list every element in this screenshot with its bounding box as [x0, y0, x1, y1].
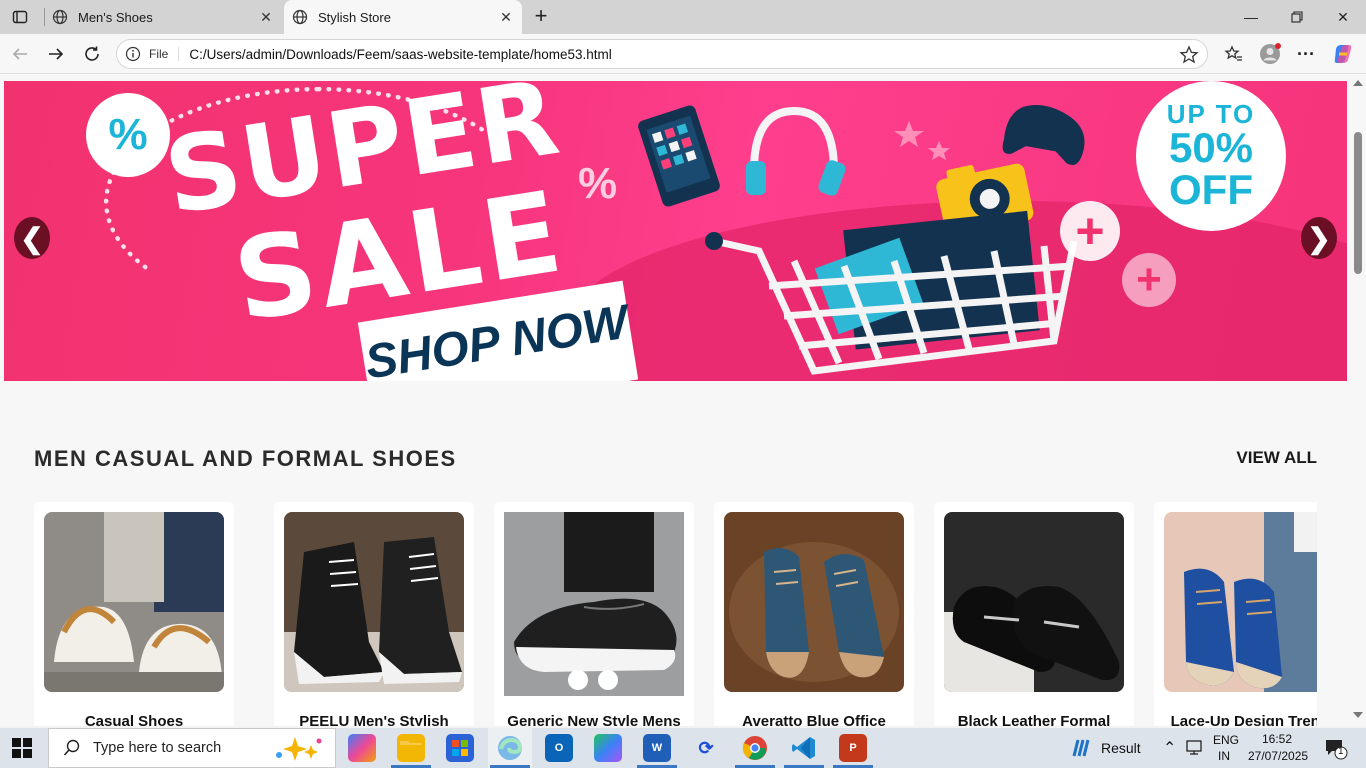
address-bar[interactable]: File C:/Users/admin/Downloads/Feem/saas-…: [116, 39, 1208, 69]
view-all-link[interactable]: VIEW ALL: [1236, 448, 1317, 468]
taskbar-search-box[interactable]: Type here to search: [48, 728, 336, 768]
product-name[interactable]: Averatto Blue Office: [714, 713, 914, 726]
section-title: MEN CASUAL AND FORMAL SHOES: [34, 446, 457, 471]
badge-line-2: 50%: [1168, 124, 1254, 171]
search-icon: [63, 739, 80, 756]
language-bottom[interactable]: IN: [1218, 749, 1230, 763]
scroll-down-arrow-icon[interactable]: [1353, 712, 1363, 718]
favorites-icon[interactable]: [1223, 43, 1245, 65]
product-image[interactable]: [44, 512, 224, 692]
product-card[interactable]: Lace-Up Design Trendy: [1154, 502, 1317, 726]
product-card[interactable]: Averatto Blue Office: [714, 502, 914, 726]
carousel-dot[interactable]: [598, 670, 618, 690]
product-image[interactable]: [284, 512, 464, 692]
clock-time[interactable]: 16:52: [1262, 732, 1292, 746]
outlook-icon[interactable]: O: [545, 734, 573, 762]
search-placeholder: Type here to search: [93, 740, 222, 756]
plus-circle-icon: +: [1122, 253, 1176, 307]
file-explorer-icon[interactable]: [397, 734, 425, 762]
scrollbar-thumb[interactable]: [1354, 132, 1362, 274]
product-card[interactable]: Generic New Style Mens: [494, 502, 694, 726]
discount-badge: UP TO 50% OFF: [1136, 81, 1286, 231]
tab-title: Men's Shoes: [78, 9, 153, 25]
page-scrollbar[interactable]: [1350, 74, 1366, 726]
new-tab-button[interactable]: +: [530, 5, 552, 28]
weather-label[interactable]: Result: [1101, 740, 1141, 756]
globe-icon: [52, 9, 68, 25]
page-viewport: % SUPER SALE SHOP NOW % + + UP TO 50% OF…: [0, 74, 1366, 726]
back-button[interactable]: [8, 42, 32, 66]
shopping-cart-illustration: [638, 105, 1085, 375]
active-app-highlight: [488, 728, 532, 768]
scroll-up-arrow-icon[interactable]: [1353, 80, 1363, 86]
windows-start-icon[interactable]: [12, 738, 32, 758]
scheme-label: File: [149, 47, 180, 61]
remote-app-icon[interactable]: ⟳: [692, 734, 720, 762]
tab-actions-icon[interactable]: [10, 7, 30, 27]
m365-icon[interactable]: [594, 734, 622, 762]
tab-stylish-store[interactable]: Stylish Store ✕: [284, 0, 522, 34]
slider-next-button[interactable]: ❯: [1301, 217, 1337, 259]
plus-circle-icon: +: [1060, 201, 1120, 261]
product-card[interactable]: PEELU Men's Stylish: [274, 502, 474, 726]
slider-prev-button[interactable]: ❮: [14, 217, 50, 259]
forward-button[interactable]: [44, 42, 68, 66]
percent-circle: %: [86, 93, 170, 177]
product-image[interactable]: [504, 512, 684, 696]
product-image[interactable]: [1164, 512, 1317, 692]
info-icon[interactable]: [125, 46, 141, 62]
language-top[interactable]: ENG: [1213, 733, 1239, 747]
search-highlight-icon: [276, 737, 322, 761]
copilot-icon[interactable]: [1332, 43, 1354, 65]
browser-tab-strip: Men's Shoes ✕ Stylish Store ✕ + — ✕: [0, 0, 1366, 34]
notification-count: 1: [1338, 746, 1344, 757]
weather-icon[interactable]: [1070, 736, 1094, 760]
product-name[interactable]: Black Leather Formal: [934, 713, 1134, 726]
windows-taskbar: Type here to search O W ⟳ P Result ⌃ ENG…: [0, 728, 1366, 768]
word-icon[interactable]: W: [643, 734, 671, 762]
powerpoint-icon[interactable]: P: [839, 734, 867, 762]
close-window-button[interactable]: ✕: [1320, 0, 1366, 34]
badge-line-3: OFF: [1169, 166, 1253, 213]
copilot-app-icon[interactable]: [348, 734, 376, 762]
tray-chevron-icon[interactable]: ⌃: [1163, 738, 1176, 758]
browser-toolbar: File C:/Users/admin/Downloads/Feem/saas-…: [0, 34, 1366, 74]
percent-small: %: [578, 159, 618, 208]
more-menu-icon[interactable]: ···: [1295, 43, 1317, 65]
favorite-star-icon[interactable]: [1179, 45, 1199, 65]
product-card[interactable]: Black Leather Formal: [934, 502, 1134, 726]
vscode-icon[interactable]: [790, 734, 818, 762]
restore-button[interactable]: [1274, 0, 1320, 34]
network-icon[interactable]: [1186, 739, 1204, 757]
product-name[interactable]: Lace-Up Design Trendy: [1154, 713, 1317, 726]
product-name[interactable]: Generic New Style Mens: [494, 713, 694, 726]
close-tab-icon[interactable]: ✕: [498, 9, 514, 25]
product-name[interactable]: PEELU Men's Stylish: [274, 713, 474, 726]
profile-avatar-icon[interactable]: [1259, 43, 1281, 65]
product-carousel: Casual Shoes PEELU Men's Stylish Generic…: [34, 502, 1317, 726]
product-name[interactable]: Casual Shoes: [34, 713, 234, 726]
clock-date[interactable]: 27/07/2025: [1248, 749, 1308, 763]
url-text[interactable]: C:/Users/admin/Downloads/Feem/saas-websi…: [189, 47, 611, 62]
microsoft-store-icon[interactable]: [446, 734, 474, 762]
product-card[interactable]: Casual Shoes: [34, 502, 234, 726]
chrome-icon[interactable]: [741, 734, 769, 762]
close-tab-icon[interactable]: ✕: [258, 9, 274, 25]
refresh-button[interactable]: [80, 42, 104, 66]
minimize-button[interactable]: —: [1228, 0, 1274, 34]
hero-banner[interactable]: % SUPER SALE SHOP NOW % + + UP TO 50% OF…: [4, 81, 1347, 381]
product-image[interactable]: [944, 512, 1124, 692]
carousel-dot[interactable]: [568, 670, 588, 690]
globe-icon: [292, 9, 308, 25]
product-image[interactable]: [724, 512, 904, 692]
tab-title: Stylish Store: [318, 9, 391, 25]
notification-icon[interactable]: [1324, 738, 1348, 760]
tab-mens-shoes[interactable]: Men's Shoes ✕: [44, 0, 282, 34]
